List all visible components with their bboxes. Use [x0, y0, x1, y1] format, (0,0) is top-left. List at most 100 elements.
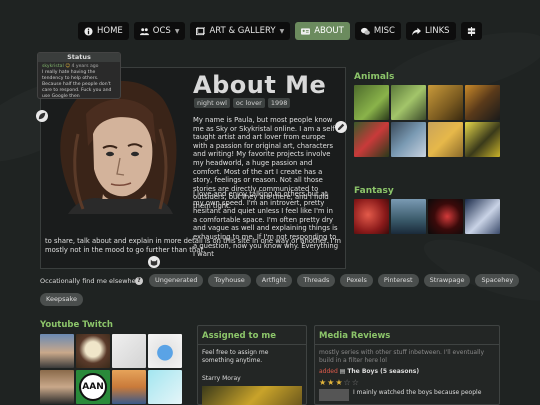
- divider: [315, 344, 499, 345]
- gallery-thumb[interactable]: [391, 85, 426, 120]
- tag-year: 1998: [267, 98, 291, 108]
- cat-face-icon: [150, 259, 158, 266]
- link-spacehey[interactable]: Spacehey: [475, 274, 520, 287]
- media-review-text: I mainly watched the boys because people: [353, 389, 482, 396]
- link-threads[interactable]: Threads: [297, 274, 336, 287]
- link-ungenerated[interactable]: Ungenerated: [149, 274, 204, 287]
- added-label: added: [319, 368, 338, 375]
- media-reviews-card: Media Reviews mostly series with other s…: [314, 325, 500, 405]
- assigned-item-title[interactable]: Starry Moray: [198, 375, 306, 383]
- gallery-thumb[interactable]: [465, 85, 500, 120]
- gallery-thumb[interactable]: [391, 122, 426, 157]
- smiley-icon: ☺: [65, 64, 70, 69]
- animals-title: Animals: [354, 72, 395, 82]
- media-reviews-title: Media Reviews: [319, 331, 391, 341]
- gallery-thumb[interactable]: [428, 122, 463, 157]
- leaf-edit-button[interactable]: [36, 110, 48, 122]
- tv-icon: ▤: [339, 368, 346, 375]
- nav-art-gallery-button[interactable]: ART & GALLERY ▼: [190, 22, 291, 40]
- youtube-twitch-grid: AAN: [40, 334, 182, 404]
- images-icon: [196, 26, 206, 35]
- elsewhere-links: Ungenerated Toyhouse Artfight Threads Pe…: [149, 274, 520, 287]
- about-paragraph-3: to share, talk about and explain in more…: [45, 237, 342, 254]
- channel-avatar[interactable]: [40, 334, 74, 368]
- star-empty-icon: ☆: [343, 378, 352, 387]
- gallery-thumb[interactable]: [428, 199, 463, 234]
- nav-links-label: LINKS: [424, 26, 450, 36]
- star-icon: ★: [335, 378, 344, 387]
- pencil-edit-button[interactable]: [335, 121, 347, 133]
- chevron-down-icon: ▼: [279, 27, 285, 35]
- nav-about-button[interactable]: ABOUT: [295, 22, 350, 40]
- link-strawpage[interactable]: Strawpage: [423, 274, 471, 287]
- info-icon: [84, 26, 93, 36]
- gallery-thumb[interactable]: [354, 85, 389, 120]
- fantasy-gallery: [354, 199, 500, 234]
- nav-menu-button[interactable]: [460, 22, 482, 40]
- assigned-item-image[interactable]: [202, 386, 302, 405]
- status-widget: Status skykristal ☺ 4 years ago I really…: [37, 52, 121, 99]
- gallery-thumb[interactable]: [465, 122, 500, 157]
- chevron-down-icon: ▼: [174, 27, 180, 35]
- star-icon: ★: [319, 378, 328, 387]
- status-title: Status: [38, 53, 120, 62]
- chat-bubbles-icon: [360, 27, 370, 35]
- id-card-icon: [301, 27, 311, 35]
- channel-avatar[interactable]: [148, 334, 182, 368]
- channel-avatar[interactable]: [148, 370, 182, 404]
- gallery-thumb[interactable]: [428, 85, 463, 120]
- media-poster[interactable]: [319, 389, 349, 401]
- elsewhere-label: Occationally find me elsewhere: [40, 277, 143, 285]
- fantasy-title: Fantasy: [354, 186, 394, 196]
- assigned-text: Feel free to assign me something anytime…: [202, 349, 269, 364]
- status-meta: skykristal ☺ 4 years ago: [38, 62, 120, 69]
- link-keepsake[interactable]: Keepsake: [40, 293, 83, 306]
- media-entry: added ▤ The Boys (5 seasons): [315, 368, 499, 376]
- nav-about-label: ABOUT: [314, 26, 344, 36]
- gallery-thumb[interactable]: [465, 199, 500, 234]
- nav-ocs-button[interactable]: OCS ▼: [133, 22, 186, 40]
- assigned-card: Assigned to me Feel free to assign me so…: [197, 325, 307, 405]
- nav-home-button[interactable]: HOME: [78, 22, 129, 40]
- divider: [198, 344, 306, 345]
- assigned-title: Assigned to me: [202, 331, 277, 341]
- gallery-thumb[interactable]: [354, 122, 389, 157]
- signpost-icon: [467, 26, 475, 36]
- share-arrow-icon: [411, 27, 421, 36]
- channel-avatar[interactable]: AAN: [76, 370, 110, 404]
- help-icon[interactable]: ?: [135, 277, 143, 285]
- about-title: About Me: [193, 71, 327, 99]
- status-user[interactable]: skykristal: [42, 64, 64, 69]
- status-text: I really hate having the tendency to hel…: [42, 70, 112, 99]
- nav-links-button[interactable]: LINKS: [405, 22, 456, 40]
- channel-avatar-label: AAN: [79, 373, 107, 401]
- media-show-title[interactable]: The Boys (5 seasons): [347, 368, 419, 375]
- top-navigation: HOME OCS ▼ ART & GALLERY ▼ ABOUT MISC LI…: [78, 22, 482, 40]
- about-tags: night owl oc lover 1998: [194, 98, 291, 108]
- nav-art-gallery-label: ART & GALLERY: [209, 26, 276, 36]
- link-pinterest[interactable]: Pinterest: [377, 274, 419, 287]
- cat-face-button[interactable]: [148, 256, 160, 268]
- tag-night-owl: night owl: [194, 98, 230, 108]
- tag-oc-lover: oc lover: [232, 98, 265, 108]
- nav-misc-button[interactable]: MISC: [354, 22, 401, 40]
- link-toyhouse[interactable]: Toyhouse: [208, 274, 251, 287]
- nav-misc-label: MISC: [373, 26, 395, 36]
- channel-avatar[interactable]: [76, 334, 110, 368]
- status-time: 4 years ago: [71, 64, 99, 69]
- background-leaf: [417, 227, 540, 313]
- rating-stars: ★★★☆☆: [315, 376, 499, 389]
- leaf-icon: [38, 112, 46, 120]
- gallery-thumb[interactable]: [391, 199, 426, 234]
- animals-gallery: [354, 85, 500, 157]
- pencil-icon: [337, 123, 345, 131]
- channel-avatar[interactable]: [40, 370, 74, 404]
- channel-avatar[interactable]: [112, 370, 146, 404]
- channel-avatar[interactable]: [112, 334, 146, 368]
- link-pexels[interactable]: Pexels: [340, 274, 373, 287]
- gallery-thumb[interactable]: [354, 199, 389, 234]
- nav-ocs-label: OCS: [152, 26, 171, 36]
- link-artfight[interactable]: Artfight: [255, 274, 293, 287]
- users-icon: [139, 27, 149, 35]
- star-empty-icon: ☆: [351, 378, 360, 387]
